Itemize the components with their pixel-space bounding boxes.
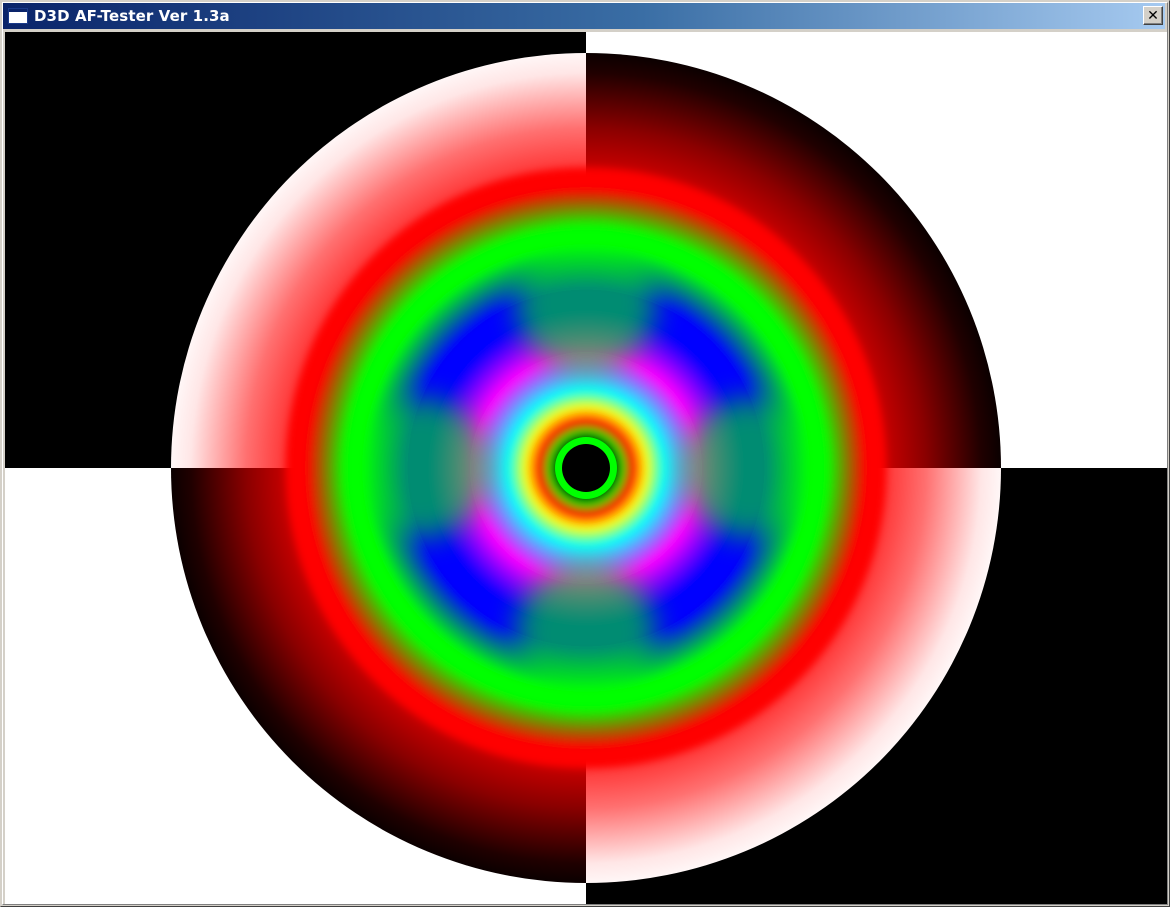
app-window-icon[interactable] (8, 8, 28, 24)
app-window: D3D AF-Tester Ver 1.3a ✕ (0, 0, 1170, 907)
close-icon: ✕ (1147, 7, 1159, 24)
close-button[interactable]: ✕ (1143, 6, 1163, 25)
center-hole (562, 444, 610, 492)
render-viewport[interactable] (5, 32, 1167, 904)
title-bar[interactable]: D3D AF-Tester Ver 1.3a ✕ (3, 3, 1165, 29)
window-title: D3D AF-Tester Ver 1.3a (34, 7, 230, 25)
af-test-scene (5, 32, 1167, 904)
